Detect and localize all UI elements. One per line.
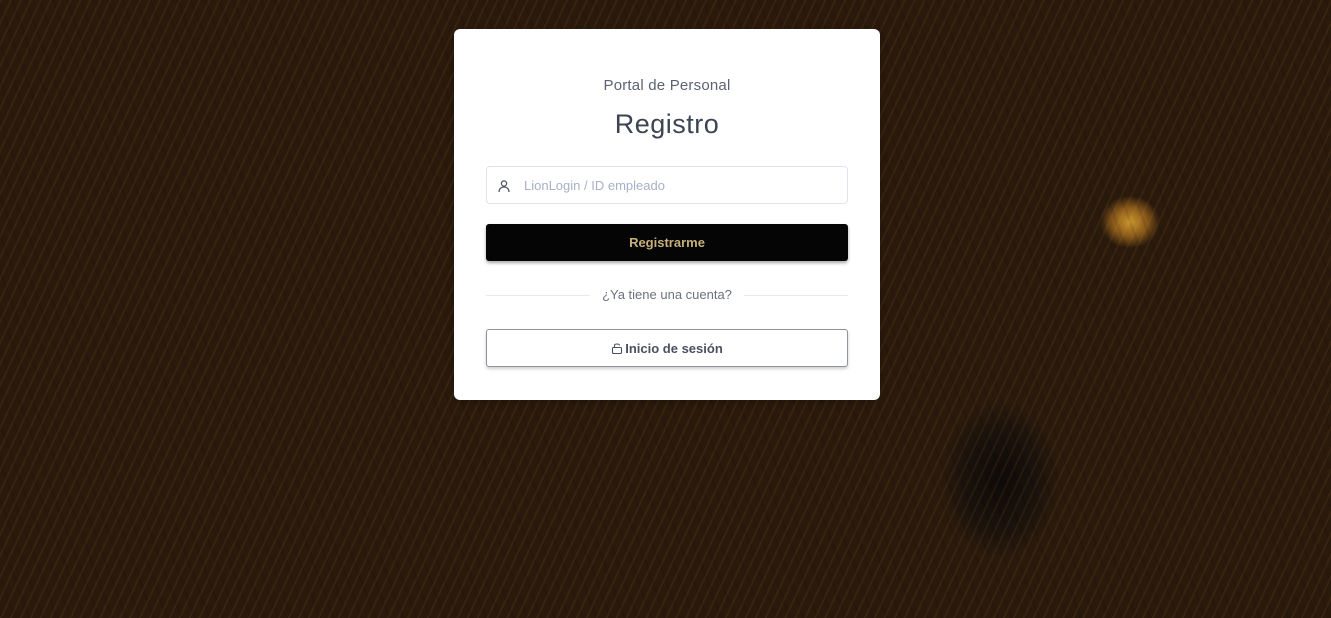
login-button[interactable]: Inicio de sesión bbox=[486, 329, 848, 367]
divider-line-right bbox=[744, 295, 848, 296]
login-id-field[interactable] bbox=[486, 166, 848, 204]
user-icon bbox=[497, 179, 511, 193]
registration-card: Portal de Personal Registro Registrarme … bbox=[454, 29, 880, 400]
divider-line-left bbox=[486, 295, 590, 296]
login-button-label: Inicio de sesión bbox=[625, 340, 723, 356]
divider-text: ¿Ya tiene una cuenta? bbox=[602, 287, 732, 302]
page-title: Registro bbox=[614, 109, 720, 139]
portal-subtitle: Portal de Personal bbox=[603, 77, 731, 94]
register-button[interactable]: Registrarme bbox=[486, 224, 848, 261]
lock-icon bbox=[611, 342, 623, 355]
account-divider: ¿Ya tiene una cuenta? bbox=[486, 287, 848, 305]
login-id-input[interactable] bbox=[524, 167, 839, 203]
